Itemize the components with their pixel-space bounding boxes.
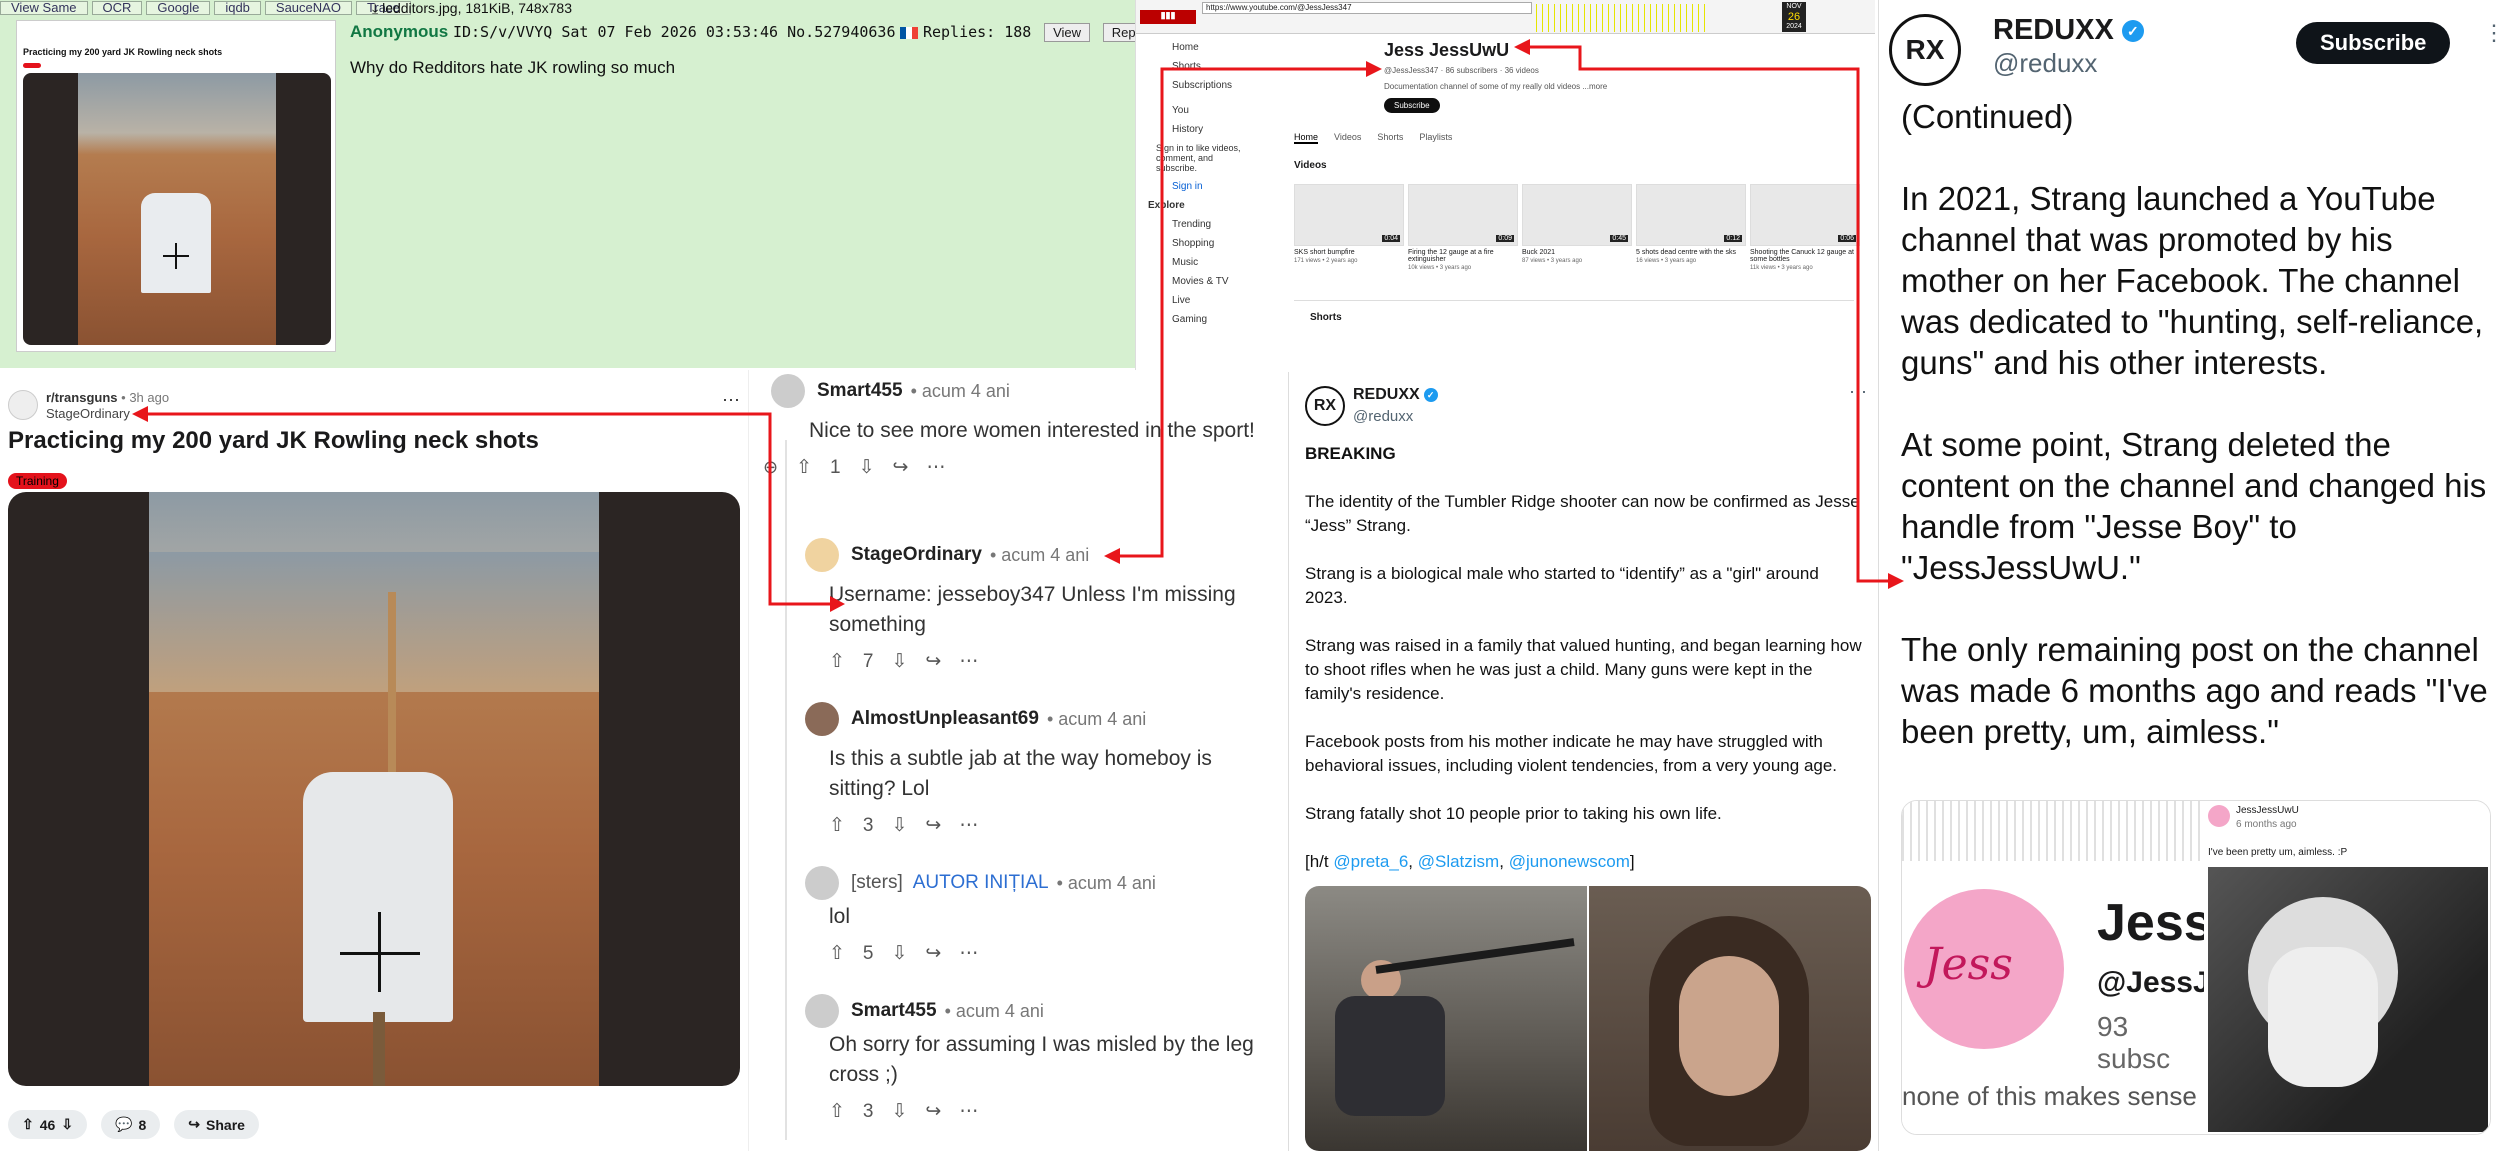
arrow-comment-to-channel [1112, 67, 1374, 558]
arrow-author-to-username [137, 412, 838, 606]
arrowhead [1888, 573, 1904, 589]
arrow-channel-to-thread [1522, 45, 1896, 583]
annotation-arrows [132, 39, 1904, 612]
arrowhead [1514, 39, 1530, 55]
arrowhead [1366, 61, 1382, 77]
arrowhead [830, 596, 845, 612]
arrowhead [1104, 548, 1120, 564]
arrowhead [132, 406, 148, 422]
